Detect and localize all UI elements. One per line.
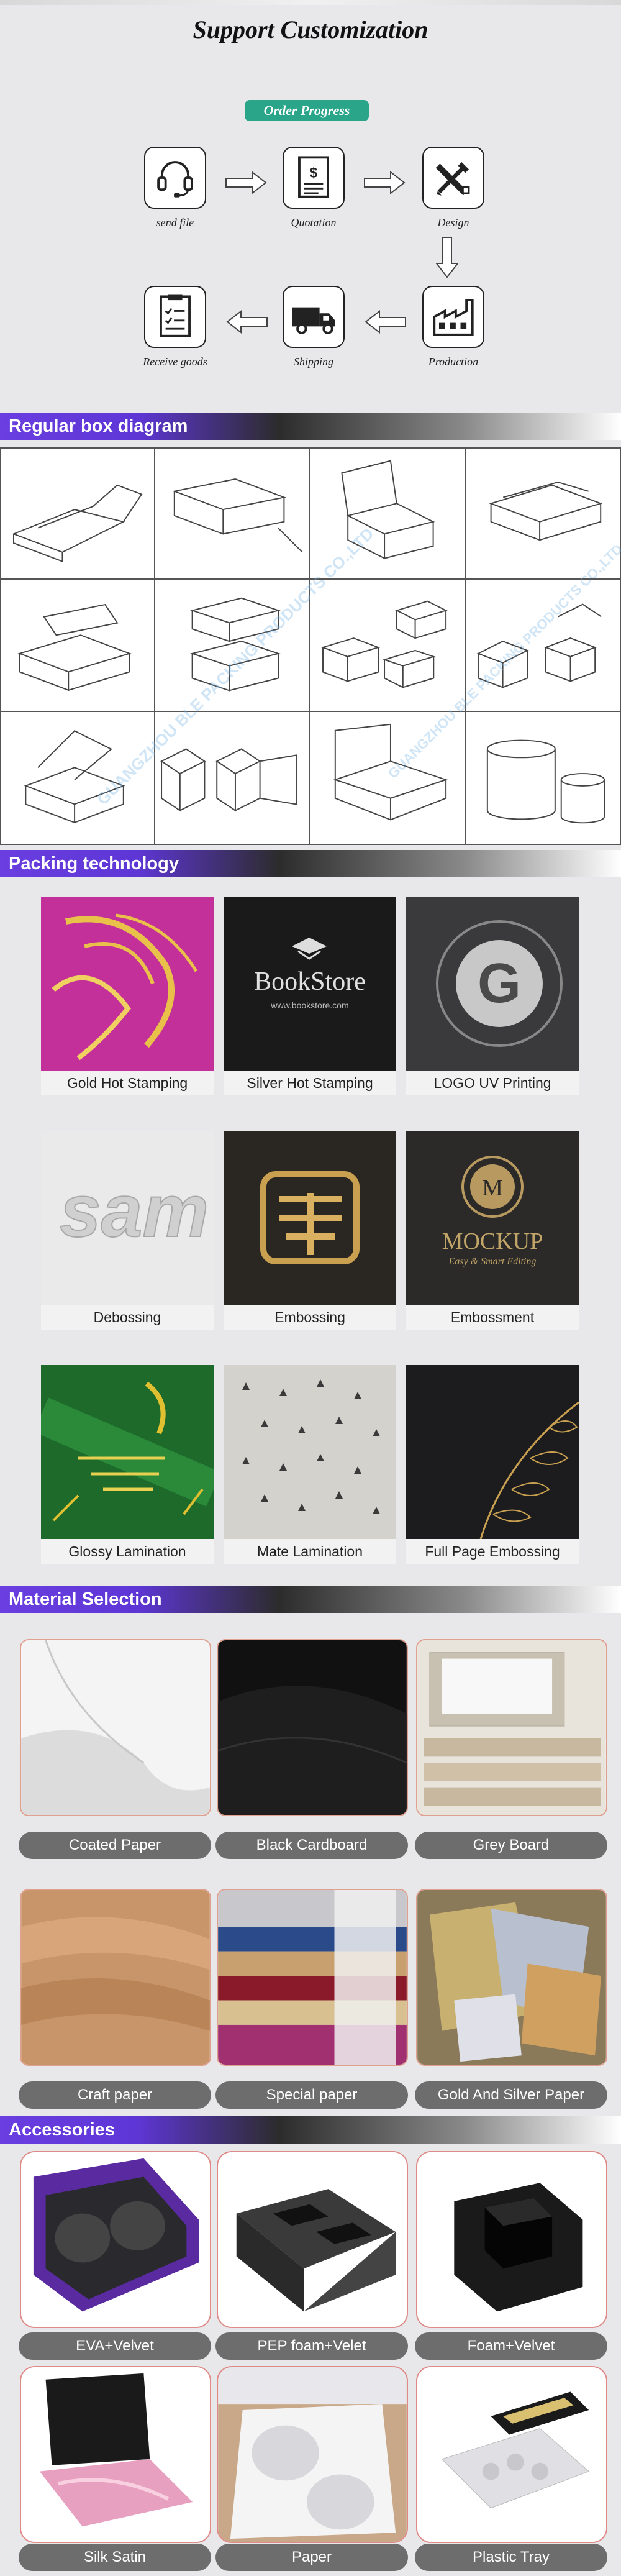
plastic-tray-image [416, 2366, 607, 2543]
step-label: Shipping [293, 355, 333, 368]
black-cardboard-image [217, 1639, 408, 1816]
full-page-embossing-image [406, 1365, 579, 1539]
packing-caption: LOGO UV Printing [406, 1071, 579, 1095]
svg-text:$: $ [310, 165, 318, 181]
packing-card: Full Page Embossing [406, 1365, 579, 1564]
section-title: Accessories [9, 2120, 115, 2140]
svg-text:Easy & Smart Editing: Easy & Smart Editing [448, 1256, 537, 1267]
arrow-right-icon [363, 170, 407, 195]
mate-lamination-image [224, 1365, 396, 1539]
packing-caption: Gold Hot Stamping [41, 1071, 214, 1095]
packing-card: M MOCKUP Easy & Smart Editing Embossment [406, 1131, 579, 1330]
step-label: send file [156, 216, 194, 229]
svg-text:www.bookstore.com: www.bookstore.com [270, 1000, 348, 1010]
order-progress-badge: Order Progress [245, 100, 369, 121]
box-diagram-cell [0, 447, 155, 580]
top-divider [0, 0, 621, 5]
debossing-image: sam [41, 1131, 214, 1305]
accessory-caption: Silk Satin [19, 2544, 211, 2571]
material-caption: Craft paper [19, 2081, 211, 2109]
eva-velvet-image [20, 2151, 211, 2328]
logo-uv-printing-image: G [406, 897, 579, 1071]
packing-card: Glossy Lamination [41, 1365, 214, 1564]
coated-paper-image [20, 1639, 211, 1816]
design-tools-icon [422, 147, 484, 209]
step-label: Quotation [291, 216, 337, 229]
section-banner-packing: Packing technology [0, 850, 621, 877]
accessory-caption: Foam+Velvet [415, 2332, 607, 2360]
packing-card: Gold Hot Stamping [41, 897, 214, 1095]
svg-text:sam: sam [60, 1169, 209, 1253]
pep-foam-velet-image [217, 2151, 408, 2328]
svg-text:MOCKUP: MOCKUP [442, 1228, 543, 1254]
truck-icon [283, 286, 345, 348]
material-caption: Coated Paper [19, 1832, 211, 1859]
section-title: Regular box diagram [9, 416, 188, 436]
material-caption: Gold And Silver Paper [415, 2081, 607, 2109]
embossing-image [224, 1131, 396, 1305]
accessory-caption: EVA+Velvet [19, 2332, 211, 2360]
step-label: Design [437, 216, 469, 229]
craft-paper-image [20, 1889, 211, 2066]
dollar-document-icon: $ [283, 147, 345, 209]
packing-card: Embossing [224, 1131, 396, 1330]
embossment-image: M MOCKUP Easy & Smart Editing [406, 1131, 579, 1305]
packing-caption: Silver Hot Stamping [224, 1071, 396, 1095]
step-label: Production [428, 355, 479, 368]
section-title: Material Selection [9, 1589, 162, 1609]
accessory-caption: Plastic Tray [415, 2544, 607, 2571]
gold-hot-stamping-image [41, 897, 214, 1071]
section-title: Packing technology [9, 854, 179, 874]
packing-card: sam Debossing [41, 1131, 214, 1330]
section-banner-box-diagram: Regular box diagram [0, 413, 621, 440]
box-diagram-cell [155, 447, 310, 580]
packing-caption: Debossing [41, 1305, 214, 1330]
material-caption: Special paper [215, 2081, 408, 2109]
arrow-down-icon [435, 236, 460, 280]
checklist-document-icon [144, 286, 206, 348]
silver-hot-stamping-image: BookStore www.bookstore.com [224, 897, 396, 1071]
paper-insert-image [217, 2366, 408, 2543]
factory-icon [422, 286, 484, 348]
section-banner-accessories: Accessories [0, 2116, 621, 2144]
box-diagram-cell [310, 580, 466, 712]
arrow-left-icon [225, 309, 268, 334]
glossy-lamination-image [41, 1365, 214, 1539]
box-diagram-cell [466, 712, 621, 845]
material-caption: Grey Board [415, 1832, 607, 1859]
box-diagram-cell [155, 580, 310, 712]
packing-caption: Glossy Lamination [41, 1539, 214, 1564]
box-diagram-grid: GUANGZHOU BLE PACKING PRODUCTS CO.,LTD G… [0, 447, 621, 845]
gold-silver-paper-image [416, 1889, 607, 2066]
arrow-right-icon [225, 170, 268, 195]
silk-satin-image [20, 2366, 211, 2543]
packing-caption: Mate Lamination [224, 1539, 396, 1564]
headset-icon [144, 147, 206, 209]
box-diagram-cell [466, 580, 621, 712]
accessory-caption: Paper [215, 2544, 408, 2571]
special-paper-image [217, 1889, 408, 2066]
foam-velvet-image [416, 2151, 607, 2328]
packing-caption: Embossing [224, 1305, 396, 1330]
accessory-caption: PEP foam+Velet [215, 2332, 408, 2360]
packing-card: Mate Lamination [224, 1365, 396, 1564]
arrow-left-icon [363, 309, 407, 334]
packing-caption: Embossment [406, 1305, 579, 1330]
grey-board-image [416, 1639, 607, 1816]
step-label: Receive goods [143, 355, 207, 368]
box-diagram-cell [0, 580, 155, 712]
packing-card: BookStore www.bookstore.com Silver Hot St… [224, 897, 396, 1095]
packing-caption: Full Page Embossing [406, 1539, 579, 1564]
section-banner-material: Material Selection [0, 1586, 621, 1613]
svg-text:M: M [482, 1175, 503, 1201]
material-caption: Black Cardboard [215, 1832, 408, 1859]
page-title: Support Customization [193, 16, 428, 43]
svg-text:BookStore: BookStore [254, 967, 366, 996]
svg-text:G: G [478, 952, 521, 1015]
packing-card: G LOGO UV Printing [406, 897, 579, 1095]
